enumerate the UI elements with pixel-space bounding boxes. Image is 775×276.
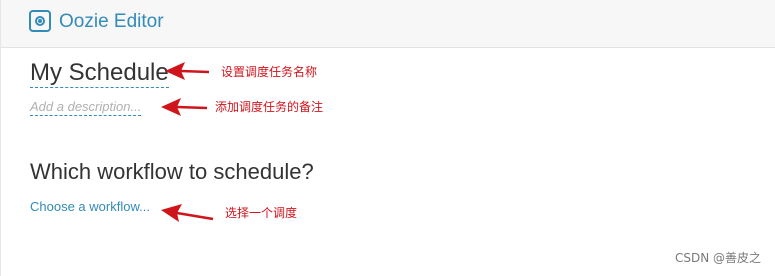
app-header: Oozie Editor <box>1 0 775 48</box>
workflow-section-heading: Which workflow to schedule? <box>30 159 314 184</box>
app-title: Oozie Editor <box>59 11 164 32</box>
schedule-name-field[interactable]: My Schedule <box>30 59 169 88</box>
arrow-to-description <box>161 98 208 116</box>
oozie-editor-page: Oozie Editor My Schedule Add a descripti… <box>0 0 775 276</box>
annotation-description-note: 添加调度任务的备注 <box>215 100 324 114</box>
annotation-workflow-note: 选择一个调度 <box>225 206 298 220</box>
oozie-schedule-icon <box>29 10 51 32</box>
annotation-name-note: 设置调度任务名称 <box>221 65 318 79</box>
choose-workflow-link[interactable]: Choose a workflow... <box>30 199 150 215</box>
arrow-to-choose-workflow <box>161 204 214 222</box>
description-field[interactable]: Add a description... <box>30 99 142 116</box>
arrow-to-schedule-name <box>165 62 210 80</box>
csdn-watermark: CSDN @善皮之 <box>674 251 761 265</box>
